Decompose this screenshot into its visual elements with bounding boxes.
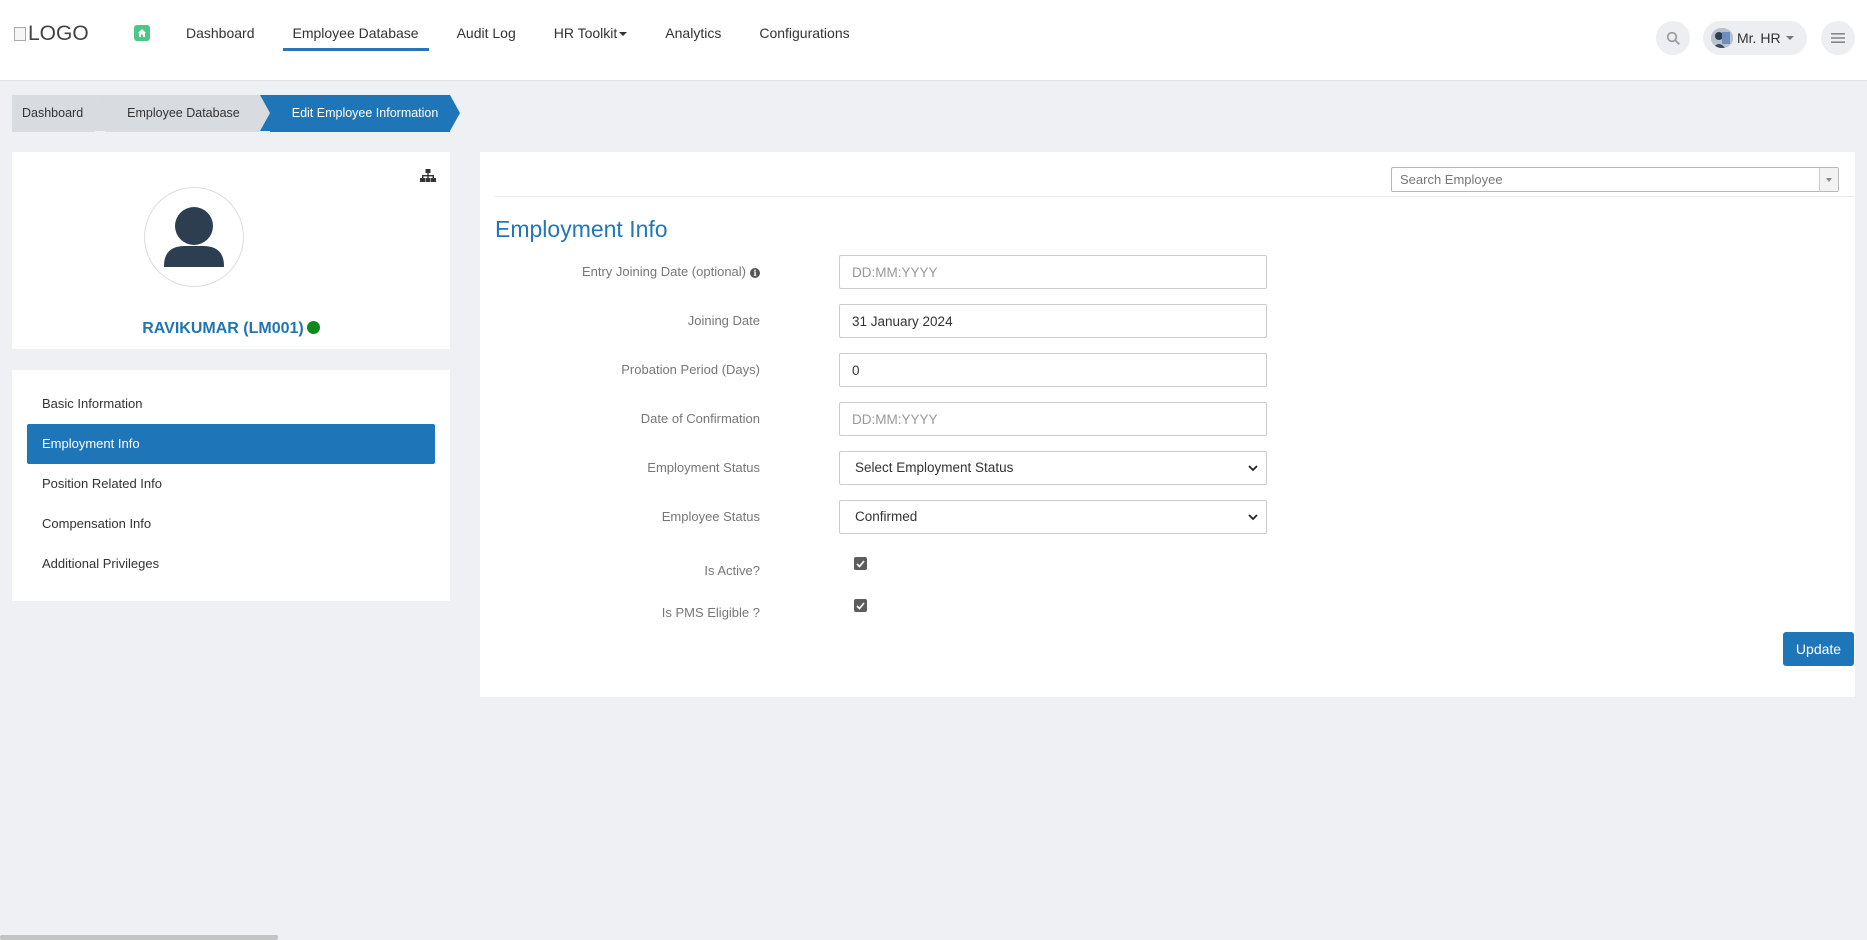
employment-status-select[interactable]: Select Employment Status — [839, 451, 1267, 485]
menu-label: Compensation Info — [42, 516, 152, 531]
date-of-confirmation-row: Date of Confirmation — [480, 402, 1480, 436]
user-name: Mr. HR — [1737, 30, 1781, 46]
probation-period-input[interactable] — [839, 353, 1267, 387]
employment-status-row: Employment Status Select Employment Stat… — [480, 451, 1480, 485]
breadcrumb: Dashboard Employee Database Edit Employe… — [12, 95, 460, 132]
nav-audit-log[interactable]: Audit Log — [447, 0, 526, 50]
joining-date-input[interactable] — [839, 304, 1267, 338]
hamburger-menu-button[interactable] — [1821, 21, 1855, 55]
nav-dashboard[interactable]: Dashboard — [176, 0, 265, 50]
main-nav: Dashboard Employee Database Audit Log HR… — [167, 0, 869, 80]
checkmark-icon — [856, 601, 865, 610]
nav-label: Dashboard — [186, 25, 255, 41]
section-title: Employment Info — [495, 216, 668, 242]
nav-label: Configurations — [759, 25, 850, 41]
entry-joining-date-input[interactable] — [839, 255, 1267, 289]
home-icon[interactable] — [134, 25, 150, 41]
chevron-down-icon — [1248, 514, 1258, 521]
joining-date-row: Joining Date — [480, 304, 1480, 338]
info-icon[interactable]: i — [750, 268, 760, 278]
employee-name-text: RAVIKUMAR (LM001) — [142, 320, 304, 337]
menu-label: Position Related Info — [42, 476, 162, 491]
caret-down-icon — [1785, 36, 1794, 40]
employee-name: RAVIKUMAR (LM001) — [12, 320, 450, 338]
nav-label: HR Toolkit — [553, 25, 618, 41]
breadcrumb-dashboard[interactable]: Dashboard — [12, 95, 106, 132]
is-active-checkbox[interactable] — [854, 557, 867, 570]
nav-employee-database[interactable]: Employee Database — [282, 0, 429, 51]
employee-status-label: Employee Status — [661, 509, 760, 524]
is-active-label: Is Active? — [704, 563, 760, 578]
search-employee-placeholder: Search Employee — [1400, 172, 1503, 187]
chevron-down-icon — [1248, 465, 1258, 472]
user-placeholder-icon — [164, 207, 224, 267]
menu-label: Employment Info — [42, 436, 140, 451]
divider — [495, 196, 1854, 197]
nav-hr-toolkit[interactable]: HR Toolkit — [544, 0, 638, 50]
user-menu[interactable]: Mr. HR — [1703, 21, 1807, 55]
broken-image-icon — [14, 27, 26, 41]
search-employee-select[interactable]: Search Employee — [1391, 167, 1839, 192]
logo[interactable]: LOGO — [14, 22, 89, 46]
entry-joining-date-row: Entry Joining Date (optional) i — [480, 255, 1480, 289]
top-header: LOGO Dashboard Employee Database Audit L… — [0, 0, 1867, 81]
header-search-button[interactable] — [1656, 21, 1690, 55]
hamburger-icon — [1831, 33, 1845, 43]
breadcrumb-label: Edit Employee Information — [291, 106, 439, 120]
dropdown-arrow-icon[interactable] — [1819, 168, 1838, 191]
is-pms-eligible-checkbox[interactable] — [854, 599, 867, 612]
avatar — [1711, 28, 1733, 48]
joining-date-label: Joining Date — [687, 313, 760, 328]
probation-period-row: Probation Period (Days) — [480, 353, 1480, 387]
menu-position-related-info[interactable]: Position Related Info — [27, 464, 435, 504]
active-status-dot — [306, 321, 320, 334]
nav-label: Employee Database — [292, 25, 419, 41]
update-button[interactable]: Update — [1783, 632, 1854, 666]
probation-period-label: Probation Period (Days) — [621, 362, 760, 377]
is-pms-eligible-row: Is PMS Eligible ? — [480, 590, 1480, 624]
menu-label: Basic Information — [42, 396, 143, 411]
menu-employment-info[interactable]: Employment Info — [27, 424, 435, 464]
menu-additional-privileges[interactable]: Additional Privileges — [27, 544, 435, 584]
menu-compensation-info[interactable]: Compensation Info — [27, 504, 435, 544]
nav-configurations[interactable]: Configurations — [749, 0, 859, 50]
profile-card: RAVIKUMAR (LM001) — [12, 152, 450, 349]
employment-info-panel: Search Employee Employment Info Entry Jo… — [480, 152, 1855, 697]
date-of-confirmation-label: Date of Confirmation — [640, 411, 760, 426]
menu-label: Additional Privileges — [42, 556, 160, 571]
org-chart-icon[interactable] — [420, 169, 436, 188]
nav-label: Audit Log — [456, 25, 516, 41]
breadcrumb-edit-employee-information: Edit Employee Information — [259, 95, 460, 132]
entry-joining-date-label: Entry Joining Date (optional) i — [582, 255, 760, 289]
breadcrumb-label: Dashboard — [22, 106, 84, 120]
nav-analytics[interactable]: Analytics — [655, 0, 731, 50]
employment-status-label: Employment Status — [647, 460, 760, 475]
search-icon — [1666, 31, 1680, 45]
breadcrumb-employee-database[interactable]: Employee Database — [95, 95, 270, 132]
employee-status-row: Employee Status Confirmed — [480, 500, 1480, 534]
horizontal-scrollbar[interactable] — [0, 935, 278, 940]
caret-down-icon — [619, 32, 628, 37]
is-pms-eligible-label: Is PMS Eligible ? — [661, 605, 760, 620]
employee-status-value: Confirmed — [855, 509, 918, 524]
section-menu-card: Basic Information Employment Info Positi… — [12, 370, 450, 601]
menu-basic-information[interactable]: Basic Information — [27, 384, 435, 424]
section-menu: Basic Information Employment Info Positi… — [27, 384, 435, 584]
employee-status-select[interactable]: Confirmed — [839, 500, 1267, 534]
checkmark-icon — [856, 559, 865, 568]
date-of-confirmation-input[interactable] — [839, 402, 1267, 436]
employment-status-value: Select Employment Status — [855, 460, 1014, 475]
logo-text: LOGO — [28, 22, 89, 45]
is-active-row: Is Active? — [480, 548, 1480, 582]
breadcrumb-label: Employee Database — [127, 106, 240, 120]
profile-picture[interactable] — [144, 187, 244, 287]
nav-label: Analytics — [665, 25, 722, 41]
field-label-text: Entry Joining Date (optional) — [581, 264, 746, 279]
